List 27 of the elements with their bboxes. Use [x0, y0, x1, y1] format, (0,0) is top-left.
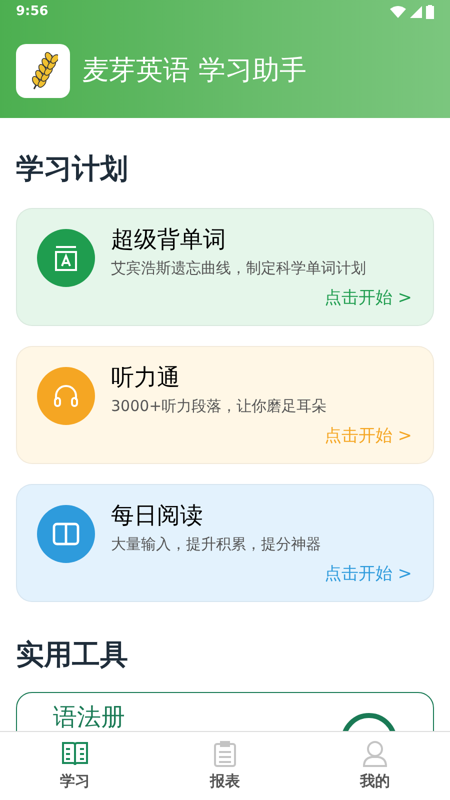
tool-title: 语法册	[53, 705, 125, 731]
battery-icon	[426, 5, 434, 19]
letter-book-icon	[53, 244, 79, 272]
section-title: 实用工具	[16, 637, 129, 673]
plan-card[interactable]: 每日阅读 大量输入，提升积累，提分神器 点击开始 >	[16, 484, 434, 602]
headphones-icon	[52, 384, 80, 408]
wifi-icon	[390, 6, 406, 18]
app-title: 麦芽英语 学习助手	[82, 54, 307, 88]
tab[interactable]: 报表	[150, 732, 300, 800]
user-icon	[362, 740, 388, 768]
wheat-logo	[16, 44, 70, 98]
plan-card[interactable]: 超级背单词 艾宾浩斯遗忘曲线，制定科学单词计划 点击开始 >	[16, 208, 434, 326]
signal-icon	[410, 6, 422, 18]
status-time: 9:56	[16, 3, 48, 22]
plan-subtitle: 大量输入，提升积累，提分神器	[111, 534, 322, 555]
plan-subtitle: 艾宾浩斯遗忘曲线，制定科学单词计划	[111, 258, 367, 279]
section-title: 学习计划	[16, 151, 129, 187]
open-book-icon	[52, 522, 80, 546]
plan-title: 超级背单词	[111, 226, 227, 255]
clipboard-icon	[213, 740, 237, 768]
tab[interactable]: 学习	[0, 732, 150, 800]
plan-title: 每日阅读	[111, 502, 204, 531]
book-icon	[61, 740, 89, 768]
plan-subtitle: 3000+听力段落，让你磨足耳朵	[111, 396, 328, 417]
tab[interactable]: 我的	[300, 732, 450, 800]
plan-title: 听力通	[111, 364, 181, 393]
plan-card[interactable]: 听力通 3000+听力段落，让你磨足耳朵 点击开始 >	[16, 346, 434, 464]
